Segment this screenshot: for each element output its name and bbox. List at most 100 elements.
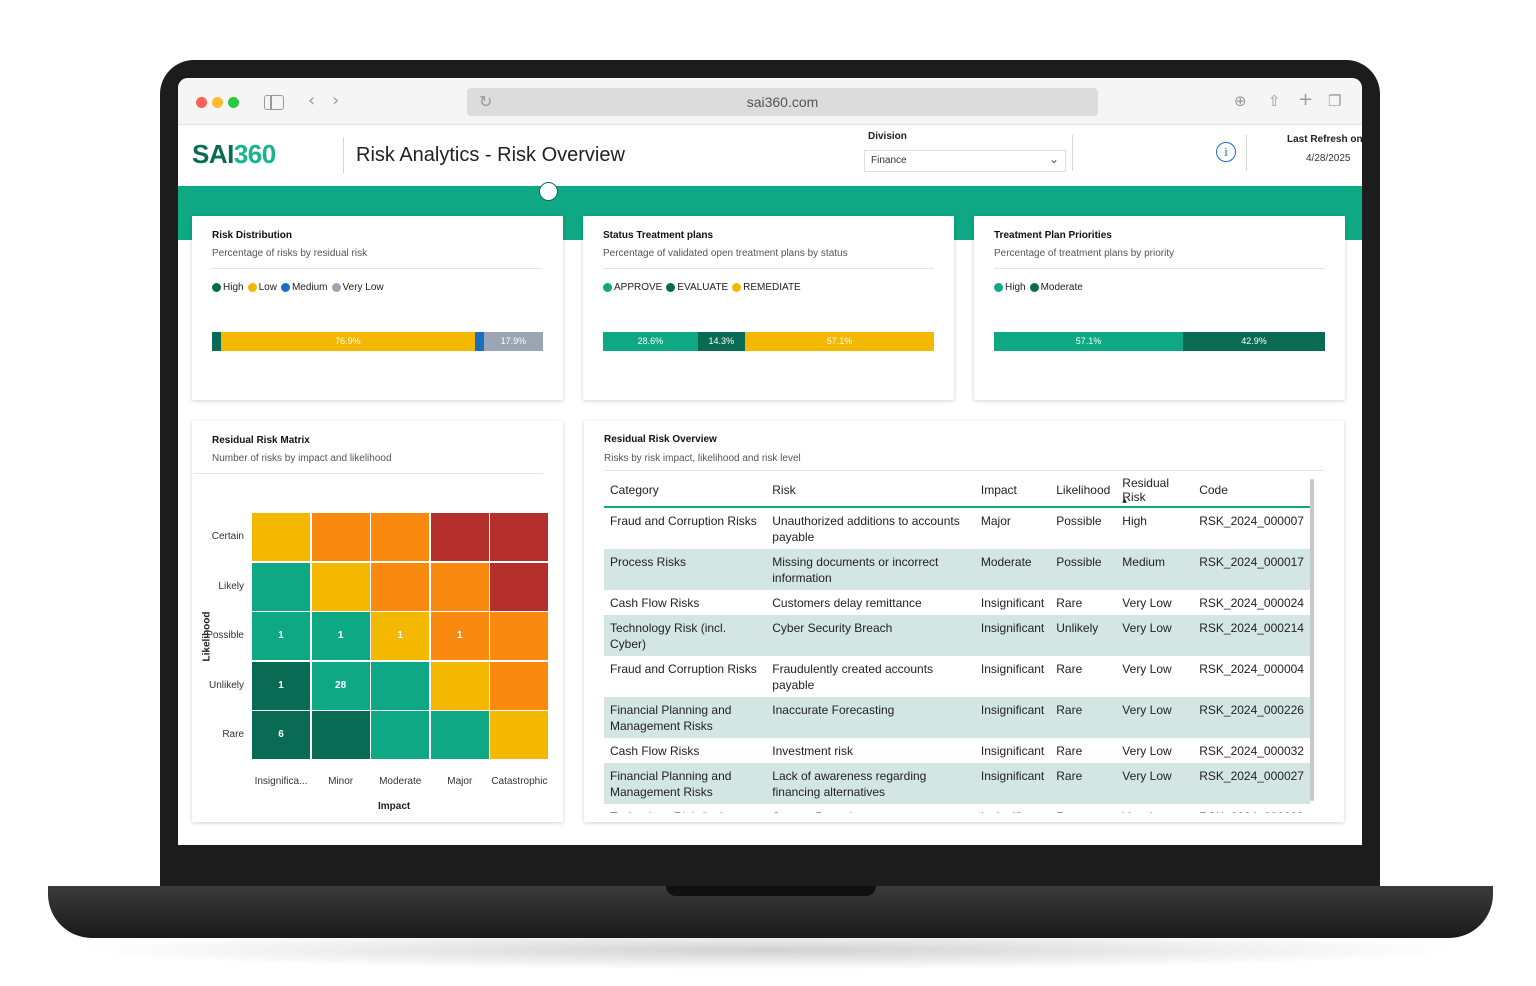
column-header[interactable]: Code — [1193, 473, 1310, 508]
matrix-cell[interactable] — [311, 513, 370, 561]
row-label: Certain — [211, 531, 244, 542]
share-icon[interactable]: ⇧ — [1268, 92, 1281, 110]
legend-item[interactable]: Low — [247, 282, 277, 293]
legend-item[interactable]: Very Low — [331, 282, 384, 293]
matrix-cell[interactable] — [371, 661, 430, 710]
legend-item[interactable]: REMEDIATE — [732, 282, 801, 293]
division-dropdown[interactable]: Finance ⌄ — [864, 150, 1066, 172]
table-scrollbar[interactable] — [1310, 479, 1314, 801]
table-row[interactable]: Fraud and Corruption Risks Fraudulently c… — [604, 656, 1310, 697]
legend-label: Medium — [291, 282, 328, 293]
close-window-button[interactable] — [196, 97, 207, 108]
matrix-cell[interactable] — [371, 562, 430, 611]
matrix-cell[interactable]: 6 — [252, 711, 310, 760]
table-cell: Possible — [1050, 549, 1117, 590]
risk-table-container: Category Risk Impact Likelihood Residual Ris… — [604, 473, 1324, 813]
table-row[interactable]: Process Risks Missing documents or incorr… — [604, 549, 1310, 590]
table-cell: Insignificant — [975, 804, 1050, 813]
matrix-cell[interactable] — [430, 513, 489, 561]
bar-segment[interactable]: 76.9% — [220, 332, 476, 351]
table-cell: Insignificant — [974, 615, 1051, 656]
minimize-window-button[interactable] — [212, 97, 223, 108]
matrix-cell[interactable] — [490, 711, 549, 760]
legend-dot-icon — [331, 283, 341, 292]
table-row[interactable]: Technology Risk (incl. Cyber)System Down… — [604, 804, 1310, 813]
matrix-cell[interactable] — [430, 711, 489, 760]
app-header: SAI360 Risk Analytics - Risk Overview Di… — [178, 125, 1362, 186]
card-subtitle: Percentage of risks by residual risk — [212, 248, 368, 259]
bar-segment[interactable]: 57.1% — [994, 332, 1183, 351]
table-cell: Insignificant — [980, 744, 1045, 758]
maximize-window-button[interactable] — [228, 97, 239, 108]
header-divider — [343, 137, 344, 173]
legend-dot-icon — [994, 283, 1003, 292]
matrix-cell[interactable] — [490, 661, 549, 710]
column-header[interactable]: Impact — [974, 473, 1051, 508]
column-header-label: Impact — [980, 482, 1017, 497]
bar-segment[interactable]: 14.3% — [697, 332, 745, 351]
matrix-cell[interactable] — [311, 562, 370, 611]
table-cell: RSK_2024_000007 — [1199, 514, 1304, 528]
forward-arrow-icon[interactable]: › — [332, 90, 339, 111]
address-bar[interactable]: ↻ sai360.com — [467, 88, 1098, 116]
legend-label: Low — [258, 282, 277, 293]
card-subtitle: Percentage of validated open treatment p… — [603, 248, 848, 259]
bar-segment[interactable]: 28.6% — [603, 332, 698, 351]
download-icon[interactable]: ⊕ — [1234, 92, 1247, 110]
bar-segment[interactable]: 17.9% — [483, 332, 543, 351]
matrix-cell[interactable]: 28 — [311, 661, 370, 710]
bar-segment[interactable]: 57.1% — [744, 332, 934, 351]
column-header-label: Code — [1199, 482, 1228, 497]
matrix-cell[interactable] — [430, 562, 489, 611]
info-icon[interactable]: i — [1216, 142, 1236, 162]
matrix-cell[interactable]: 1 — [252, 661, 310, 710]
sort-ascending-icon[interactable]: ▲ — [1122, 497, 1127, 504]
column-header[interactable]: Risk — [766, 473, 975, 508]
matrix-cell[interactable] — [252, 562, 310, 611]
matrix-cell[interactable]: 1 — [252, 612, 310, 661]
tab-overview-icon[interactable]: ❐ — [1328, 92, 1341, 110]
column-header-label: Likelihood — [1056, 482, 1111, 497]
matrix-cell[interactable] — [490, 562, 549, 611]
legend-item[interactable]: High — [212, 282, 244, 293]
legend-item[interactable]: High — [994, 282, 1026, 293]
column-header[interactable]: Category — [604, 473, 767, 508]
bar-segment[interactable] — [475, 332, 484, 351]
table-row[interactable]: Technology Risk (incl. Cyber) Cyber Secur… — [604, 615, 1310, 656]
matrix-cell[interactable]: 1 — [311, 612, 370, 661]
table-cell: Cyber Security Breach — [766, 615, 975, 656]
table-row[interactable]: Cash Flow Risks Customers delay remittanc… — [604, 590, 1310, 615]
matrix-cell[interactable] — [311, 711, 370, 760]
column-header[interactable]: Likelihood — [1050, 473, 1117, 508]
table-cell: Rare — [1050, 804, 1116, 813]
table-row[interactable]: Financial Planning and Management Risks L… — [604, 763, 1310, 804]
column-header-label: Residual Risk — [1122, 475, 1169, 504]
x-axis-title: Impact — [378, 801, 411, 812]
matrix-cell[interactable] — [490, 513, 549, 561]
bar-segment[interactable] — [212, 332, 221, 351]
matrix-cell[interactable] — [490, 612, 549, 661]
legend-item[interactable]: APPROVE — [603, 282, 662, 293]
reload-icon[interactable]: ↻ — [479, 88, 492, 116]
matrix-cell[interactable]: 1 — [430, 612, 489, 661]
legend-item[interactable]: EVALUATE — [666, 282, 728, 293]
legend-item[interactable]: Medium — [280, 282, 328, 293]
table-row[interactable]: Fraud and Corruption Risks Unauthorized a… — [604, 507, 1310, 549]
new-tab-icon[interactable]: + — [1298, 89, 1313, 110]
row-label: Rare — [222, 729, 244, 741]
table-row[interactable]: Financial Planning and Management Risks I… — [604, 697, 1310, 738]
matrix-cell[interactable]: 1 — [371, 612, 430, 661]
legend-item[interactable]: Moderate — [1029, 282, 1083, 293]
sidebar-toggle-icon[interactable] — [264, 95, 284, 110]
table-row[interactable]: Cash Flow Risks Investment risk Insignific… — [604, 738, 1310, 763]
back-arrow-icon[interactable]: ‹ — [308, 90, 315, 111]
matrix-cell[interactable] — [371, 711, 430, 760]
bar-segment[interactable]: 42.9% — [1183, 332, 1325, 351]
card-subtitle: Number of risks by impact and likelihood — [212, 453, 392, 464]
matrix-cell[interactable] — [252, 513, 310, 561]
matrix-cell[interactable] — [371, 513, 430, 561]
page-indicator-icon[interactable] — [539, 182, 558, 201]
matrix-cell[interactable] — [430, 661, 489, 710]
column-header[interactable]: Residual Risk ▲ — [1116, 473, 1194, 508]
sai360-logo[interactable]: SAI360 — [192, 139, 276, 170]
